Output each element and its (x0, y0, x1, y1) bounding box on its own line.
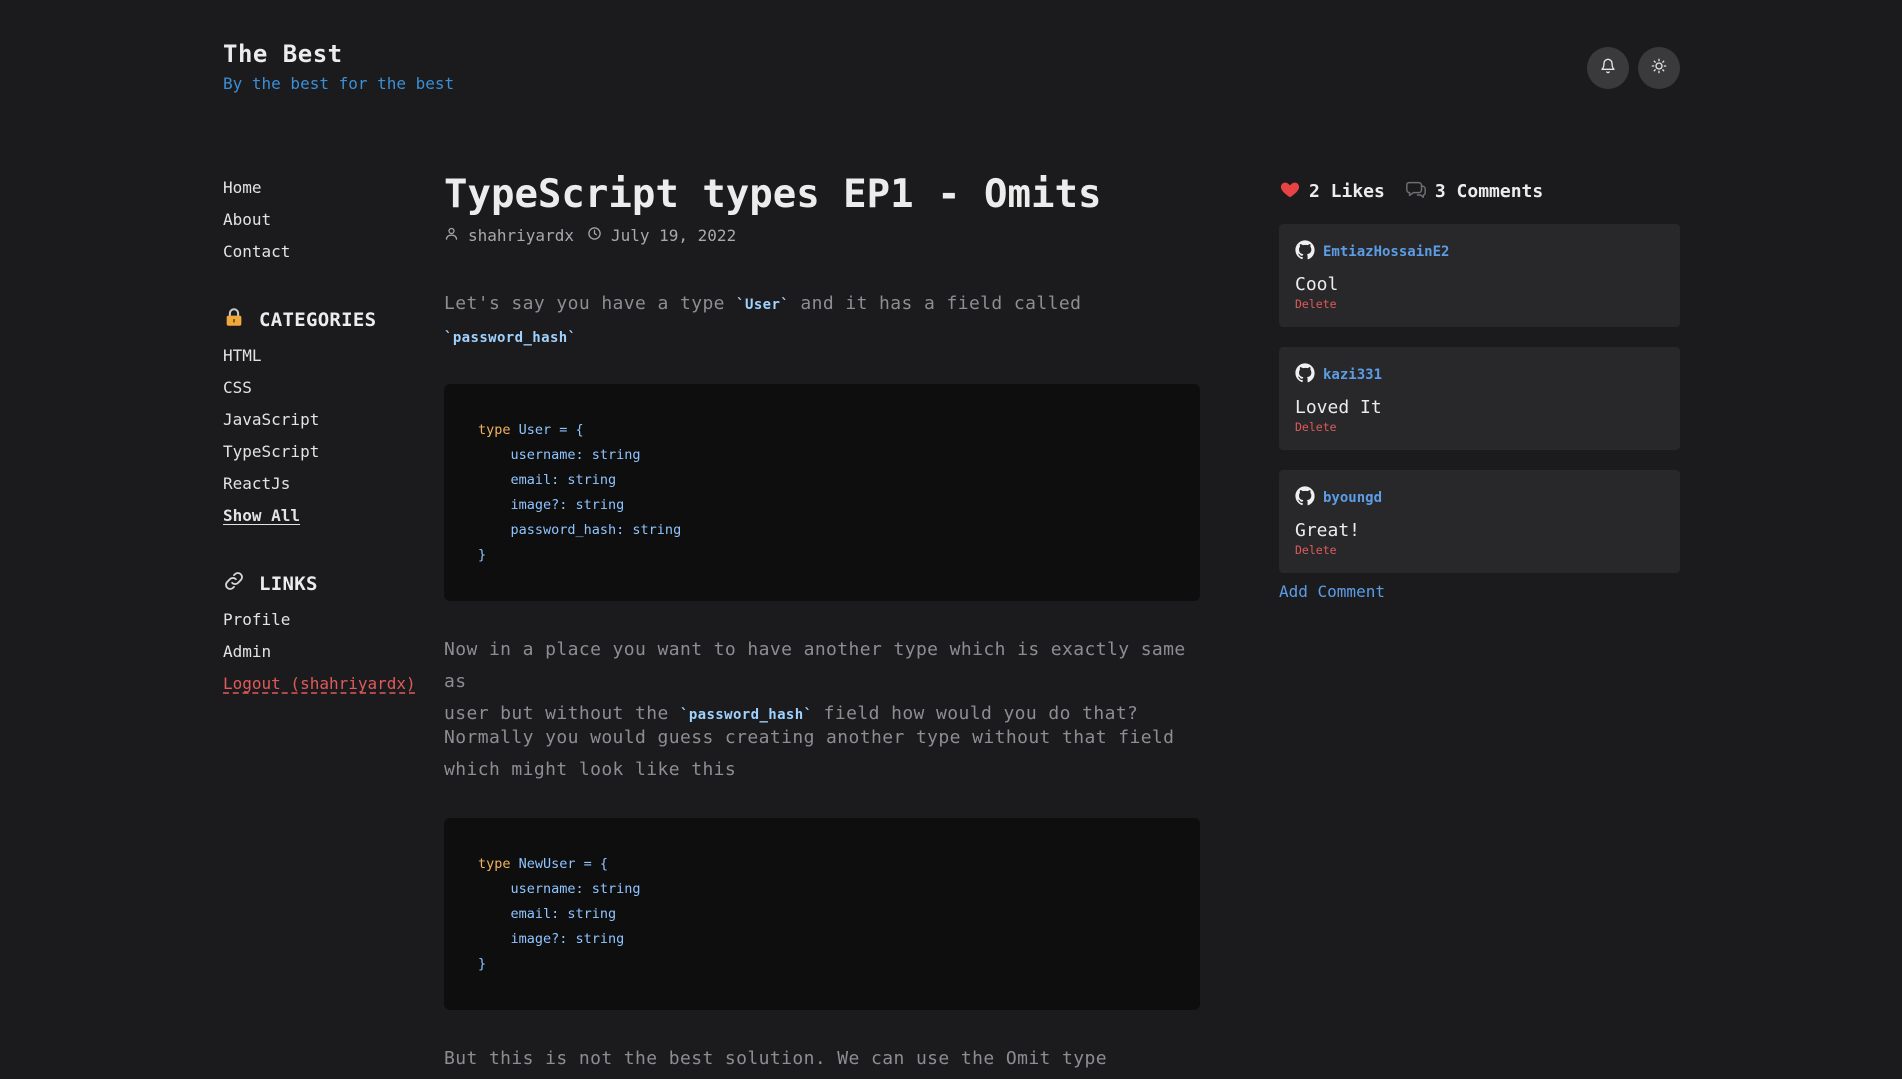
links-heading: LINKS (223, 570, 318, 597)
delete-comment-button[interactable]: Delete (1295, 420, 1664, 434)
logout-link[interactable]: Logout (shahriyardx) (223, 674, 416, 693)
paragraph-text: Let's say you have a type (444, 293, 737, 314)
post-paragraph-2: Now in a place you want to have another … (444, 634, 1200, 731)
post-paragraph-4: But this is not the best solution. We ca… (444, 1048, 1107, 1069)
category-html[interactable]: HTML (223, 346, 262, 365)
bell-icon (1600, 58, 1616, 78)
paragraph-text: user but without the (444, 703, 680, 724)
code-line: } (478, 956, 487, 972)
paragraph-text: and it has a field called (789, 293, 1082, 314)
code-line: type NewUser = { (478, 852, 1166, 877)
post-meta: shahriyardx July 19, 2022 (444, 226, 736, 245)
comment-author-name[interactable]: byoungd (1323, 490, 1382, 506)
code-line: email: string (478, 472, 617, 488)
comment-card: byoungd Great! Delete (1279, 470, 1680, 573)
github-icon (1295, 363, 1315, 387)
code-block-newuser-type: type NewUser = { username: string email:… (444, 818, 1200, 1010)
comment-author[interactable]: EmtiazHossainE2 (1295, 240, 1664, 264)
category-typescript[interactable]: TypeScript (223, 442, 319, 461)
paragraph-text: Normally you would guess creating anothe… (444, 727, 1175, 748)
post-paragraph-1: Let's say you have a type `User` and it … (444, 288, 1200, 354)
code-line: type User = { (478, 418, 1166, 443)
paragraph-text: Now in a place you want to have another … (444, 639, 1186, 692)
comment-author-name[interactable]: kazi331 (1323, 367, 1382, 383)
categories-heading-label: CATEGORIES (259, 308, 377, 331)
category-css[interactable]: CSS (223, 378, 252, 397)
post-paragraph-3: Normally you would guess creating anothe… (444, 722, 1200, 786)
paragraph-text: field how would you do that? (812, 703, 1139, 724)
post-stats: 2 Likes 3 Comments (1279, 178, 1543, 205)
theme-toggle-button[interactable] (1638, 47, 1680, 89)
inline-code-password-hash: `password_hash` (444, 330, 577, 346)
github-icon (1295, 486, 1315, 510)
github-icon (1295, 240, 1315, 264)
notifications-button[interactable] (1587, 47, 1629, 89)
comment-author[interactable]: byoungd (1295, 486, 1664, 510)
sun-icon (1651, 58, 1667, 78)
inline-code-user: `User` (736, 297, 790, 313)
comment-body: Loved It (1295, 397, 1382, 418)
link-icon (223, 570, 245, 597)
post-title: TypeScript types EP1 - Omits (444, 172, 1102, 217)
code-keyword: type (478, 422, 511, 438)
link-profile[interactable]: Profile (223, 610, 290, 629)
comment-body: Great! (1295, 520, 1361, 541)
code-line: image?: string (478, 497, 625, 513)
show-all-categories-link[interactable]: Show All (223, 506, 300, 525)
site-tagline: By the best for the best (223, 74, 455, 93)
comment-card: kazi331 Loved It Delete (1279, 347, 1680, 450)
comments-count: 3 Comments (1434, 181, 1544, 202)
code-line: username: string (478, 447, 641, 463)
category-reactjs[interactable]: ReactJs (223, 474, 290, 493)
code-line: email: string (478, 906, 617, 922)
code-line: username: string (478, 881, 641, 897)
nav-home[interactable]: Home (223, 178, 262, 197)
links-heading-label: LINKS (259, 572, 318, 595)
code-line: password_hash: string (478, 522, 682, 538)
code-text: NewUser = { (510, 856, 609, 872)
user-icon (444, 226, 468, 245)
delete-comment-button[interactable]: Delete (1295, 297, 1664, 311)
paragraph-text: which might look like this (444, 759, 737, 780)
clock-icon (587, 226, 611, 245)
comment-author[interactable]: kazi331 (1295, 363, 1664, 387)
link-admin[interactable]: Admin (223, 642, 271, 661)
heart-icon[interactable] (1279, 178, 1309, 205)
code-text: User = { (510, 422, 584, 438)
code-line: image?: string (478, 931, 625, 947)
code-block-user-type: type User = { username: string email: st… (444, 384, 1200, 601)
post-author[interactable]: shahriyardx (468, 226, 574, 245)
nav-contact[interactable]: Contact (223, 242, 290, 261)
nav-about[interactable]: About (223, 210, 271, 229)
post-date: July 19, 2022 (610, 226, 737, 245)
comment-bubble-icon (1405, 178, 1435, 205)
comment-card: EmtiazHossainE2 Cool Delete (1279, 224, 1680, 327)
categories-heading: CATEGORIES (223, 306, 376, 333)
inline-code-password-hash: `password_hash` (679, 707, 813, 723)
comment-author-name[interactable]: EmtiazHossainE2 (1323, 244, 1449, 260)
code-line: } (478, 547, 487, 563)
likes-count: 2 Likes (1309, 181, 1385, 202)
add-comment-link[interactable]: Add Comment (1279, 582, 1385, 601)
delete-comment-button[interactable]: Delete (1295, 543, 1664, 557)
site-title[interactable]: The Best (223, 40, 343, 68)
lock-icon (223, 306, 245, 333)
comment-body: Cool (1295, 274, 1339, 295)
code-keyword: type (478, 856, 511, 872)
category-javascript[interactable]: JavaScript (223, 410, 319, 429)
